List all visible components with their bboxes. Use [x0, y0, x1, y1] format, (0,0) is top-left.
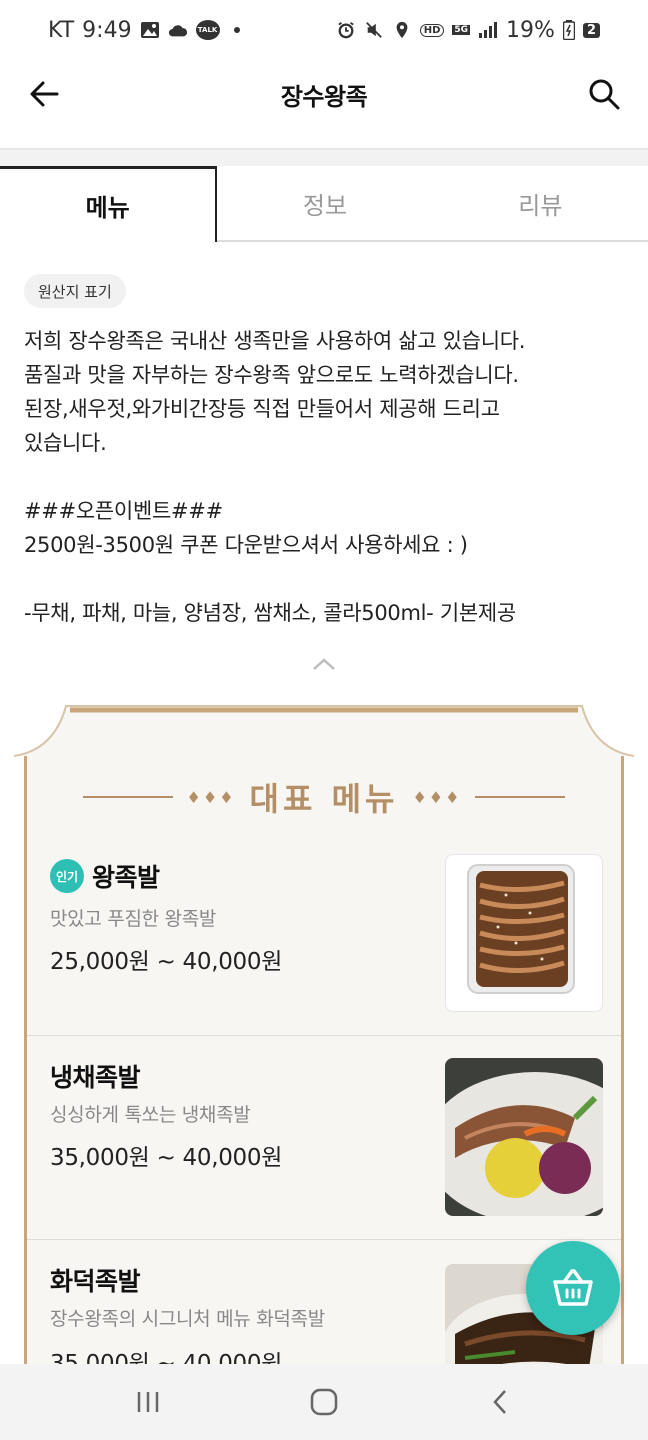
battery-icon	[562, 20, 575, 40]
origin-label-button[interactable]: 원산지 표기	[24, 274, 126, 308]
signal-icon	[479, 22, 498, 38]
back-icon	[493, 1390, 506, 1414]
store-notice: 저희 장수왕족은 국내산 생족만을 사용하여 삶고 있습니다. 품질과 맛을 자…	[24, 329, 526, 625]
cart-button[interactable]	[526, 1241, 620, 1335]
menu-item[interactable]: 인기 왕족발 맛있고 푸짐한 왕족발 25,000원 ~ 40,000원	[27, 840, 621, 1036]
hd-icon: HD	[419, 23, 445, 37]
home-icon	[310, 1388, 338, 1416]
item-photo	[445, 854, 603, 1012]
item-price: 35,000원 ~ 40,000원	[50, 1145, 283, 1171]
item-name-row: 화덕족발	[50, 1262, 141, 1298]
collapse-notice-button[interactable]	[308, 652, 340, 676]
signature-menu-title: 대표 메뉴	[249, 780, 399, 818]
system-nav-bar	[0, 1364, 648, 1440]
clock: 9:49	[82, 17, 132, 43]
tab-reviews[interactable]: 리뷰	[432, 166, 648, 242]
item-name: 냉채족발	[50, 1063, 141, 1092]
item-name-row: 냉채족발	[50, 1058, 141, 1094]
app-bar: 장수왕족	[0, 60, 648, 128]
battery-percent: 19%	[506, 17, 555, 43]
card-heading: ♦♦♦ 대표 메뉴 ♦♦♦	[14, 774, 634, 820]
gallery-icon	[140, 22, 159, 38]
sim-badge: 2	[582, 22, 600, 38]
item-photo	[445, 1058, 603, 1216]
item-price: 25,000원 ~ 40,000원	[50, 949, 283, 975]
carrier-label: KT	[48, 17, 75, 43]
item-name-row: 인기 왕족발	[50, 858, 160, 894]
status-right: HD 5G 19% 2	[336, 18, 600, 43]
item-name: 화덕족발	[50, 1267, 141, 1296]
status-left: KT 9:49 TALK	[48, 18, 240, 43]
diamond-ornament: ♦♦♦	[186, 787, 236, 807]
chevron-up-icon	[313, 658, 335, 670]
item-description: 장수왕족의 시그니처 메뉴 화덕족발	[50, 1308, 325, 1330]
location-icon	[396, 21, 408, 39]
diamond-ornament: ♦♦♦	[412, 787, 462, 807]
tab-bar: 메뉴 정보 리뷰	[0, 166, 648, 242]
tab-menu[interactable]: 메뉴	[0, 166, 218, 242]
arrow-left-icon	[30, 81, 59, 107]
item-name: 왕족발	[92, 863, 160, 892]
recent-apps-icon	[137, 1392, 159, 1412]
search-icon	[589, 79, 620, 110]
dot-icon	[233, 27, 240, 33]
tab-info[interactable]: 정보	[217, 166, 433, 242]
basket-icon	[553, 1269, 593, 1306]
back-nav-button[interactable]	[470, 1372, 530, 1432]
recent-apps-button[interactable]	[118, 1372, 178, 1432]
status-bar: KT 9:49 TALK HD 5G 19% 2	[0, 0, 648, 60]
5g-icon: 5G	[452, 25, 471, 35]
mute-icon	[365, 22, 382, 38]
page-title: 장수왕족	[280, 82, 368, 111]
item-description: 싱싱하게 톡쏘는 냉채족발	[50, 1104, 251, 1126]
search-button[interactable]	[584, 74, 624, 114]
alarm-icon	[338, 22, 354, 39]
divider	[475, 796, 566, 798]
item-description: 맛있고 푸짐한 왕족발	[50, 908, 217, 930]
section-divider	[0, 148, 648, 166]
kakaotalk-icon: TALK	[195, 20, 220, 40]
back-button[interactable]	[24, 74, 64, 114]
divider	[82, 796, 173, 798]
home-button[interactable]	[294, 1372, 354, 1432]
screen: KT 9:49 TALK HD 5G 19% 2 장수왕족 메뉴 정보 리뷰 원…	[0, 0, 648, 1440]
menu-item[interactable]: 냉채족발 싱싱하게 톡쏘는 냉채족발 35,000원 ~ 40,000원	[27, 1036, 621, 1240]
cloud-icon	[168, 25, 187, 37]
popular-badge: 인기	[50, 859, 84, 893]
